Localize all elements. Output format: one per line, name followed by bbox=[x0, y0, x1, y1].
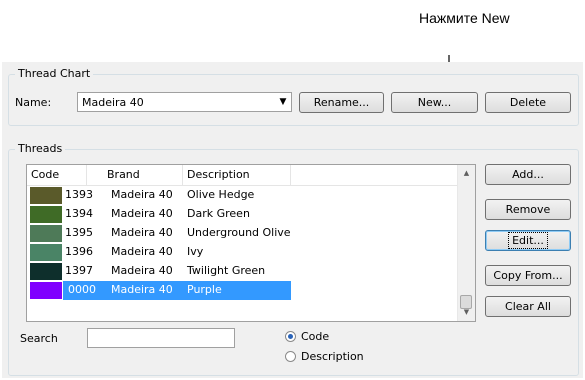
row-code: 1397 bbox=[65, 264, 93, 277]
name-label: Name: bbox=[15, 96, 52, 109]
row-brand: Madeira 40 bbox=[111, 283, 173, 296]
table-row[interactable]: 1397 Madeira 40 Twilight Green bbox=[27, 262, 295, 281]
row-description: Ivy bbox=[187, 245, 204, 258]
edit-button[interactable]: Edit... bbox=[485, 230, 571, 251]
column-header-brand[interactable]: Brand bbox=[87, 165, 183, 185]
column-header-description[interactable]: Description bbox=[183, 165, 291, 185]
radio-unselected-icon[interactable] bbox=[285, 351, 296, 362]
table-row-selected[interactable]: 0000 Madeira 40 Purple bbox=[27, 281, 295, 300]
remove-button[interactable]: Remove bbox=[485, 199, 571, 220]
callout-text: Нажмите New bbox=[419, 10, 510, 26]
row-description: Dark Green bbox=[187, 207, 250, 220]
threads-group-label: Threads bbox=[15, 142, 66, 155]
color-swatch bbox=[30, 263, 62, 280]
radio-description[interactable]: Description bbox=[285, 350, 364, 363]
table-row[interactable]: 1393 Madeira 40 Olive Hedge bbox=[27, 186, 295, 205]
new-button[interactable]: New... bbox=[391, 92, 478, 113]
row-code: 1396 bbox=[65, 245, 93, 258]
row-description: Olive Hedge bbox=[187, 188, 255, 201]
add-button[interactable]: Add... bbox=[485, 164, 571, 185]
copy-from-button[interactable]: Copy From... bbox=[485, 265, 571, 286]
color-swatch bbox=[30, 206, 62, 223]
table-row[interactable]: 1396 Madeira 40 Ivy bbox=[27, 243, 295, 262]
table-row[interactable]: 1394 Madeira 40 Dark Green bbox=[27, 205, 295, 224]
delete-button[interactable]: Delete bbox=[485, 92, 571, 113]
radio-description-label: Description bbox=[301, 350, 364, 363]
rename-button[interactable]: Rename... bbox=[299, 92, 384, 113]
threads-list-header: Code Brand Description bbox=[27, 165, 475, 186]
row-code: 0000 bbox=[68, 283, 96, 296]
row-description: Purple bbox=[187, 283, 222, 296]
color-swatch bbox=[30, 244, 62, 261]
scroll-down-arrow-icon[interactable]: ▼ bbox=[458, 304, 475, 321]
selection-highlight bbox=[63, 281, 291, 300]
row-code: 1394 bbox=[65, 207, 93, 220]
thread-chart-group-label: Thread Chart bbox=[15, 67, 94, 80]
search-label: Search bbox=[20, 332, 58, 345]
thread-chart-name-dropdown[interactable]: Madeira 40 ▼ bbox=[77, 92, 292, 112]
row-description: Underground Olive bbox=[187, 226, 291, 239]
column-header-code[interactable]: Code bbox=[27, 165, 87, 185]
color-swatch bbox=[30, 282, 62, 299]
row-description: Twilight Green bbox=[187, 264, 266, 277]
thread-chart-name-value: Madeira 40 bbox=[82, 95, 144, 109]
threads-list[interactable]: Code Brand Description 1393 Madeira 40 O… bbox=[26, 164, 476, 322]
row-code: 1393 bbox=[65, 188, 93, 201]
row-brand: Madeira 40 bbox=[111, 188, 173, 201]
row-code: 1395 bbox=[65, 226, 93, 239]
clear-all-button[interactable]: Clear All bbox=[485, 296, 571, 317]
row-brand: Madeira 40 bbox=[111, 245, 173, 258]
row-brand: Madeira 40 bbox=[111, 207, 173, 220]
chevron-down-icon[interactable]: ▼ bbox=[275, 97, 291, 107]
search-input[interactable] bbox=[87, 328, 235, 348]
row-brand: Madeira 40 bbox=[111, 264, 173, 277]
vertical-scrollbar[interactable]: ▲ ▼ bbox=[457, 165, 475, 321]
radio-code[interactable]: Code bbox=[285, 330, 329, 343]
color-swatch bbox=[30, 187, 62, 204]
row-brand: Madeira 40 bbox=[111, 226, 173, 239]
table-row[interactable]: 1395 Madeira 40 Underground Olive bbox=[27, 224, 295, 243]
thread-chart-dialog: Thread Chart Name: Madeira 40 ▼ Rename..… bbox=[2, 62, 583, 378]
radio-code-label: Code bbox=[301, 330, 330, 343]
scroll-up-arrow-icon[interactable]: ▲ bbox=[458, 165, 475, 182]
radio-selected-icon[interactable] bbox=[285, 331, 296, 342]
color-swatch bbox=[30, 225, 62, 242]
